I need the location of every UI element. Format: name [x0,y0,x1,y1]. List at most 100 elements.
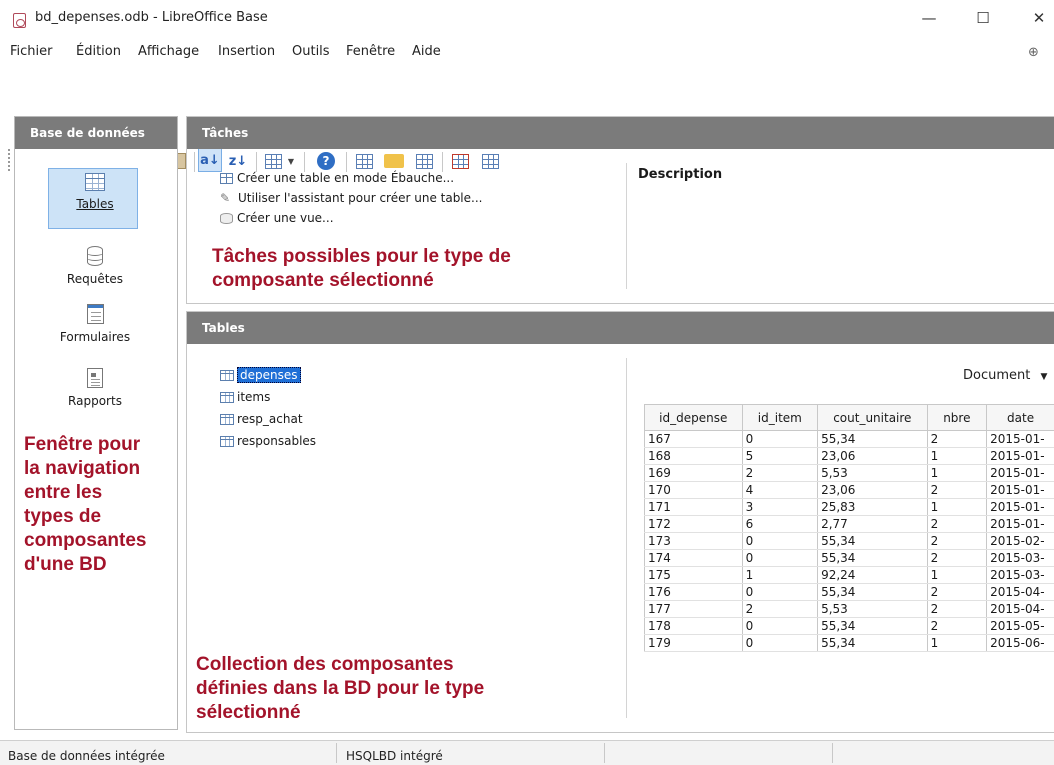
table-cell[interactable]: 2015-01- [986,498,1054,516]
table-cell[interactable]: 2015-05- [986,617,1054,635]
table-cell[interactable]: 0 [742,430,819,448]
table-cell[interactable]: 2015-01- [986,464,1054,482]
globe-icon[interactable]: ⊕ [1028,45,1039,60]
column-header[interactable]: cout_unitaire [817,404,928,431]
table-row[interactable]: 177 2 5,53 2 2015-04- [644,600,1054,618]
column-header[interactable]: nbre [926,404,988,431]
table-cell[interactable]: 2,77 [817,515,928,533]
table-row[interactable]: 168 5 23,06 1 2015-01- [644,447,1054,465]
menu-affichage[interactable]: Affichage [138,44,199,59]
table-row[interactable]: 175 1 92,24 1 2015-03- [644,566,1054,584]
table-item-responsables[interactable]: responsables [220,432,316,450]
table-cell[interactable]: 2 [742,464,819,482]
table-cell[interactable]: 2 [927,515,988,533]
table-cell[interactable]: 23,06 [817,481,928,499]
table-cell[interactable]: 55,34 [817,549,928,567]
preview-mode-dropdown[interactable]: Document ▼ [963,368,1047,383]
table-cell[interactable]: 172 [644,515,743,533]
menu-insertion[interactable]: Insertion [218,44,275,59]
table-row[interactable]: 170 4 23,06 2 2015-01- [644,481,1054,499]
table-cell[interactable]: 5,53 [817,464,928,482]
table-cell[interactable]: 2015-01- [986,447,1054,465]
table-cell[interactable]: 0 [742,549,819,567]
table-cell[interactable]: 2015-03- [986,566,1054,584]
table-cell[interactable]: 55,34 [817,583,928,601]
column-header[interactable]: id_depense [644,404,743,431]
task-use-wizard[interactable]: ✎ Utiliser l'assistant pour créer une ta… [220,191,482,205]
table-row[interactable]: 167 0 55,34 2 2015-01- [644,430,1054,448]
table-cell[interactable]: 179 [644,634,743,652]
table-cell[interactable]: 2 [927,583,988,601]
table-cell[interactable]: 0 [742,617,819,635]
table-cell[interactable]: 2 [927,532,988,550]
nav-item-reports[interactable]: Rapports [45,368,145,408]
nav-item-queries[interactable]: Requêtes [45,246,145,286]
maximize-button[interactable]: ☐ [970,6,996,30]
table-cell[interactable]: 1 [927,447,988,465]
table-cell[interactable]: 2015-01- [986,430,1054,448]
table-cell[interactable]: 1 [927,498,988,516]
table-cell[interactable]: 176 [644,583,743,601]
table-cell[interactable]: 2015-04- [986,583,1054,601]
nav-item-forms[interactable]: Formulaires [45,304,145,344]
table-cell[interactable]: 2015-01- [986,515,1054,533]
table-row[interactable]: 172 6 2,77 2 2015-01- [644,515,1054,533]
table-cell[interactable]: 25,83 [817,498,928,516]
table-cell[interactable]: 0 [742,532,819,550]
table-cell[interactable]: 2015-04- [986,600,1054,618]
close-button[interactable]: ✕ [1026,6,1052,30]
table-cell[interactable]: 174 [644,549,743,567]
table-cell[interactable]: 175 [644,566,743,584]
table-preview-grid[interactable]: id_depense id_item cout_unitaire nbre da… [644,404,1054,704]
table-cell[interactable]: 3 [742,498,819,516]
menu-outils[interactable]: Outils [292,44,330,59]
task-create-view[interactable]: Créer une vue... [220,211,334,225]
table-cell[interactable]: 0 [742,583,819,601]
table-cell[interactable]: 168 [644,447,743,465]
table-cell[interactable]: 2 [927,549,988,567]
table-cell[interactable]: 6 [742,515,819,533]
table-item-resp-achat[interactable]: resp_achat [220,410,303,428]
task-create-design[interactable]: Créer une table en mode Ébauche... [220,171,454,185]
table-cell[interactable]: 2 [742,600,819,618]
table-row[interactable]: 169 2 5,53 1 2015-01- [644,464,1054,482]
table-cell[interactable]: 1 [742,566,819,584]
table-cell[interactable]: 0 [742,634,819,652]
table-cell[interactable]: 178 [644,617,743,635]
table-cell[interactable]: 1 [927,634,988,652]
table-cell[interactable]: 171 [644,498,743,516]
table-cell[interactable]: 5,53 [817,600,928,618]
table-row[interactable]: 174 0 55,34 2 2015-03- [644,549,1054,567]
table-row[interactable]: 173 0 55,34 2 2015-02- [644,532,1054,550]
column-header[interactable]: id_item [741,404,819,431]
table-cell[interactable]: 55,34 [817,617,928,635]
table-cell[interactable]: 1 [927,464,988,482]
menu-fenetre[interactable]: Fenêtre [346,44,395,59]
table-cell[interactable]: 167 [644,430,743,448]
menu-fichier[interactable]: Fichier [10,44,53,59]
table-cell[interactable]: 170 [644,481,743,499]
table-row[interactable]: 176 0 55,34 2 2015-04- [644,583,1054,601]
table-cell[interactable]: 2 [927,600,988,618]
table-cell[interactable]: 2015-06- [986,634,1054,652]
table-cell[interactable]: 2 [927,617,988,635]
menu-edition[interactable]: Édition [76,44,121,59]
table-cell[interactable]: 177 [644,600,743,618]
column-header[interactable]: date [986,404,1054,431]
table-cell[interactable]: 2015-02- [986,532,1054,550]
table-cell[interactable]: 2015-03- [986,549,1054,567]
table-cell[interactable]: 173 [644,532,743,550]
table-item-depenses[interactable]: depenses [220,366,301,384]
table-cell[interactable]: 55,34 [817,634,928,652]
table-cell[interactable]: 2 [927,430,988,448]
table-cell[interactable]: 92,24 [817,566,928,584]
table-cell[interactable]: 2015-01- [986,481,1054,499]
minimize-button[interactable]: — [916,6,942,30]
nav-item-tables[interactable]: Tables [45,173,145,211]
table-cell[interactable]: 55,34 [817,430,928,448]
table-cell[interactable]: 5 [742,447,819,465]
table-cell[interactable]: 55,34 [817,532,928,550]
table-row[interactable]: 171 3 25,83 1 2015-01- [644,498,1054,516]
table-cell[interactable]: 1 [927,566,988,584]
table-cell[interactable]: 23,06 [817,447,928,465]
